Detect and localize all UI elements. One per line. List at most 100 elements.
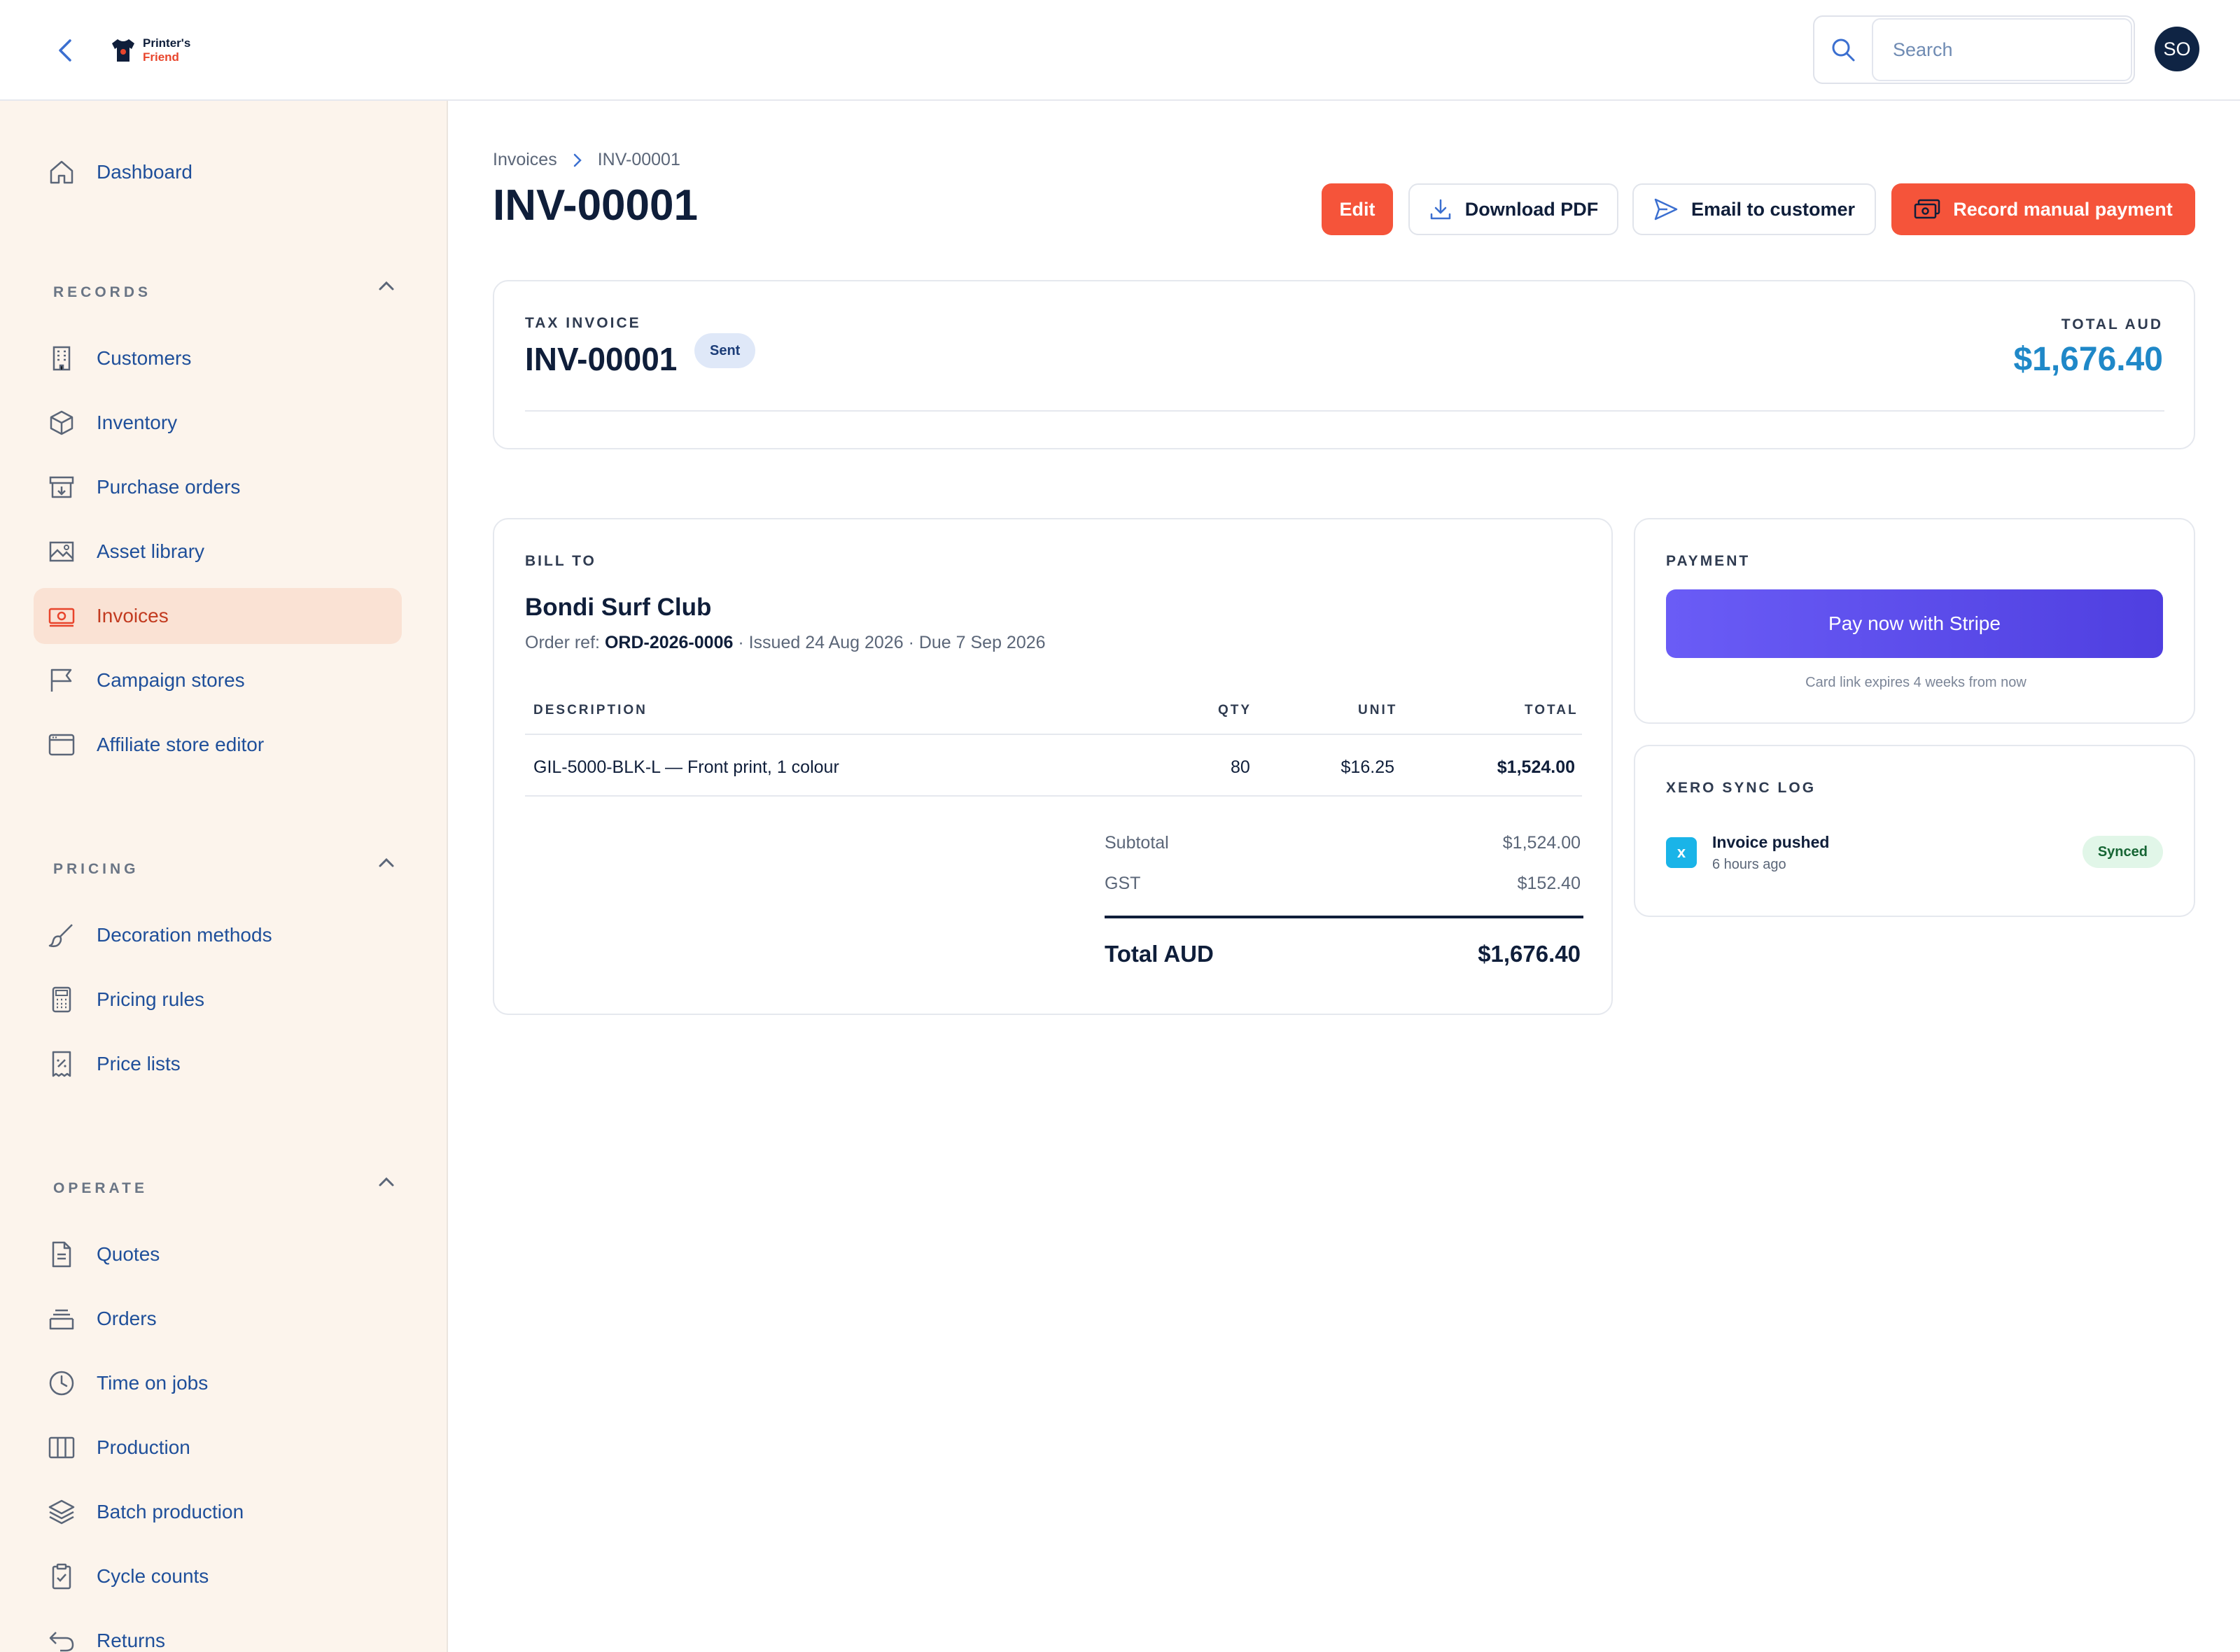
sidebar-item-purchase-orders[interactable]: Purchase orders xyxy=(34,459,402,515)
app-logo[interactable]: Printer's Friend xyxy=(109,36,190,64)
sidebar-item-decoration-methods[interactable]: Decoration methods xyxy=(34,907,402,963)
xero-sync-log-label: XERO SYNC LOG xyxy=(1666,780,1816,796)
sidebar-item-label: Asset library xyxy=(97,540,205,562)
divider xyxy=(525,410,2164,412)
document-icon xyxy=(46,1239,77,1270)
sidebar-item-label: Inventory xyxy=(97,412,178,433)
line-item-qty: 80 xyxy=(1231,757,1250,777)
send-icon xyxy=(1654,198,1678,220)
invoice-meta: Order ref: ORD-2026-0006 · Issued 24 Aug… xyxy=(525,633,1046,653)
col-header-qty: QTY xyxy=(1218,703,1252,718)
subtotal-value: $1,524.00 xyxy=(1502,833,1581,853)
line-item-description: GIL-5000-BLK-L — Front print, 1 colour xyxy=(533,757,839,777)
logo-text-line2: Friend xyxy=(143,50,179,64)
gst-label: GST xyxy=(1105,874,1141,893)
inbox-icon xyxy=(46,1303,77,1334)
search-box xyxy=(1813,15,2135,84)
subtotal-label: Subtotal xyxy=(1105,833,1169,853)
email-to-customer-button[interactable]: Email to customer xyxy=(1632,183,1876,235)
download-pdf-button[interactable]: Download PDF xyxy=(1408,183,1618,235)
bill-to-label: BILL TO xyxy=(525,553,596,569)
undo-icon xyxy=(46,1625,77,1652)
sidebar-item-label: Decoration methods xyxy=(97,924,272,946)
clipboard-check-icon xyxy=(46,1561,77,1592)
sidebar-item-inventory[interactable]: Inventory xyxy=(34,395,402,451)
search-icon xyxy=(1832,38,1855,62)
sidebar-item-time-on-jobs[interactable]: Time on jobs xyxy=(34,1355,402,1411)
payment-label: PAYMENT xyxy=(1666,553,1751,569)
sidebar-item-price-lists[interactable]: Price lists xyxy=(34,1036,402,1092)
total-divider xyxy=(1105,916,1583,918)
search-input[interactable] xyxy=(1872,18,2132,81)
browser-icon xyxy=(46,729,77,760)
user-avatar[interactable]: SO xyxy=(2155,27,2199,71)
order-ref-link[interactable]: ORD-2026-0006 xyxy=(605,633,733,652)
col-header-unit: UNIT xyxy=(1358,703,1398,718)
download-pdf-label: Download PDF xyxy=(1464,198,1599,220)
record-manual-payment-button[interactable]: Record manual payment xyxy=(1891,183,2195,235)
line-item-unit: $16.25 xyxy=(1340,757,1394,777)
box-icon xyxy=(46,407,77,438)
download-icon xyxy=(1430,199,1450,220)
sidebar: Dashboard RECORDS Customers Inventory Pu… xyxy=(0,101,448,1652)
breadcrumb-invoices-link[interactable]: Invoices xyxy=(493,150,557,170)
invoice-header-card: TAX INVOICE INV-00001 Sent TOTAL AUD $1,… xyxy=(493,280,2195,449)
sync-event-title: Invoice pushed xyxy=(1712,833,1830,851)
sidebar-item-label: Quotes xyxy=(97,1243,160,1265)
main-content: Invoices INV-00001 INV-00001 Edit Downlo… xyxy=(448,101,2240,1652)
xero-sync-log-card: XERO SYNC LOG x Invoice pushed 6 hours a… xyxy=(1634,745,2195,917)
pay-with-stripe-button[interactable]: Pay now with Stripe xyxy=(1666,589,2163,658)
total-aud-value: $1,676.40 xyxy=(1478,941,1581,967)
col-header-total: TOTAL xyxy=(1525,703,1578,718)
banknote-icon xyxy=(46,601,77,631)
layers-icon xyxy=(46,1497,77,1527)
order-ref-label: Order ref: xyxy=(525,633,600,652)
edit-button[interactable]: Edit xyxy=(1322,183,1393,235)
sidebar-item-label: Invoices xyxy=(97,605,169,626)
xero-icon: x xyxy=(1666,837,1697,868)
brush-icon xyxy=(46,920,77,951)
sidebar-item-pricing-rules[interactable]: Pricing rules xyxy=(34,972,402,1028)
total-aud-label: Total AUD xyxy=(1105,941,1214,967)
sidebar-item-label: Pricing rules xyxy=(97,988,205,1010)
sidebar-item-orders[interactable]: Orders xyxy=(34,1291,402,1347)
sidebar-item-asset-library[interactable]: Asset library xyxy=(34,524,402,580)
sidebar-item-affiliate-store-editor[interactable]: Affiliate store editor xyxy=(34,717,402,773)
sidebar-item-cycle-counts[interactable]: Cycle counts xyxy=(34,1548,402,1604)
invoice-number: INV-00001 xyxy=(525,341,678,377)
clock-icon xyxy=(46,1368,77,1399)
customer-name: Bondi Surf Club xyxy=(525,594,712,621)
logo-text-line1: Printer's xyxy=(143,36,191,50)
sidebar-item-label: Time on jobs xyxy=(97,1372,209,1394)
chevron-up-icon xyxy=(379,281,394,290)
archive-icon xyxy=(46,472,77,503)
tshirt-logo-icon xyxy=(112,39,134,62)
collapse-pricing-button[interactable] xyxy=(375,851,398,874)
chevron-left-icon xyxy=(59,39,71,62)
sidebar-item-dashboard[interactable]: Dashboard xyxy=(34,144,402,200)
sidebar-item-label: Cycle counts xyxy=(97,1565,209,1587)
sidebar-item-customers[interactable]: Customers xyxy=(34,330,402,386)
invoice-dates: · Issued 24 Aug 2026 · Due 7 Sep 2026 xyxy=(738,633,1046,652)
collapse-records-button[interactable] xyxy=(375,274,398,297)
sidebar-item-label: Purchase orders xyxy=(97,476,241,498)
sidebar-item-label: Customers xyxy=(97,347,192,369)
receipt-icon xyxy=(46,1049,77,1079)
sidebar-item-label: Production xyxy=(97,1436,190,1458)
chevron-up-icon xyxy=(379,1177,394,1186)
sidebar-item-returns[interactable]: Returns xyxy=(34,1613,402,1652)
sidebar-item-invoices[interactable]: Invoices xyxy=(34,588,402,644)
flag-icon xyxy=(46,665,77,696)
sidebar-item-quotes[interactable]: Quotes xyxy=(34,1226,402,1282)
section-label-pricing: PRICING xyxy=(53,861,139,877)
sidebar-item-campaign-stores[interactable]: Campaign stores xyxy=(34,652,402,708)
section-label-records: RECORDS xyxy=(53,284,152,300)
sidebar-item-production[interactable]: Production xyxy=(34,1420,402,1476)
back-button[interactable] xyxy=(50,35,81,66)
sidebar-item-batch-production[interactable]: Batch production xyxy=(34,1484,402,1540)
search-button[interactable] xyxy=(1814,17,1872,83)
collapse-operate-button[interactable] xyxy=(375,1170,398,1193)
sync-status-badge: Synced xyxy=(2082,836,2163,868)
table-divider xyxy=(525,734,1582,735)
sync-event-time: 6 hours ago xyxy=(1712,857,1786,872)
